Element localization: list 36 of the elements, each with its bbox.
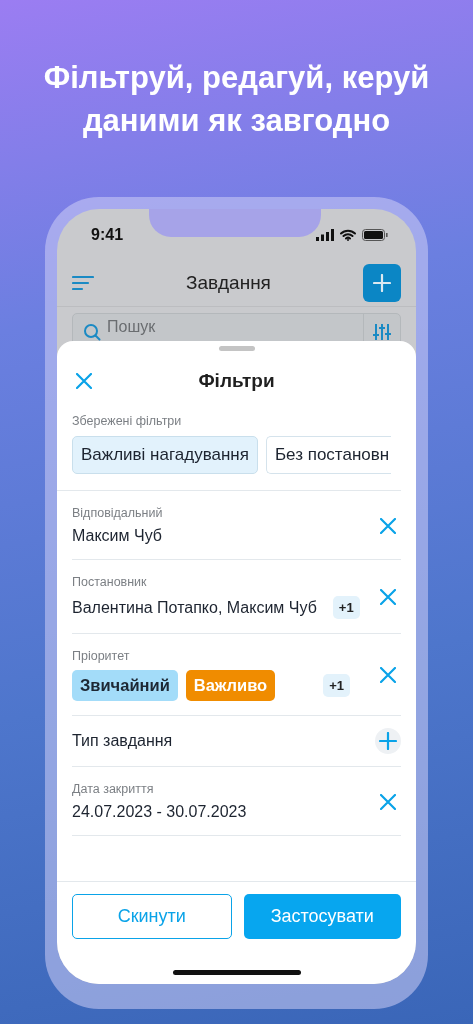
count-badge: +1 <box>323 674 350 697</box>
field-value: Максим Чуб <box>72 527 162 545</box>
field-label: Тип завдання <box>72 732 173 749</box>
clear-icon[interactable] <box>380 517 396 534</box>
search-icon <box>83 323 101 341</box>
field-label: Відповідальний <box>72 506 164 520</box>
battery-icon <box>362 229 388 241</box>
plus-icon <box>379 732 397 750</box>
count-badge: +1 <box>332 596 360 619</box>
sheet-title: Фільтри <box>198 370 275 392</box>
clear-icon[interactable] <box>380 667 396 683</box>
sliders-icon <box>372 322 392 342</box>
saved-filter-chip[interactable]: Важливі нагадування <box>72 436 258 474</box>
status-time: 9:41 <box>91 226 124 244</box>
wifi-icon <box>340 229 356 241</box>
menu-icon[interactable] <box>72 274 94 291</box>
field-label: Дата закриття <box>72 782 155 796</box>
close-icon[interactable] <box>76 373 92 389</box>
field-value: 24.07.2023 - 30.07.2023 <box>72 803 247 821</box>
sheet-handle[interactable] <box>218 346 255 351</box>
field-label: Збережені фільтри <box>72 414 183 428</box>
headline: Фільтруй, редагуй, керуй даними як завгодно <box>42 59 431 140</box>
add-filter-button[interactable] <box>375 728 401 754</box>
field-label: Постановник <box>72 575 148 589</box>
priority-tag: Звичайний <box>72 670 178 701</box>
field-value: Валентина Потапко, Максим Чуб <box>72 598 317 617</box>
field-label: Пріоритет <box>72 649 131 663</box>
saved-filter-chip[interactable]: Без постановн <box>265 436 392 474</box>
search-field[interactable]: Пошук <box>107 317 257 337</box>
clear-icon[interactable] <box>380 793 396 810</box>
clear-icon[interactable] <box>380 589 396 605</box>
screen-title: Завдання <box>185 271 272 294</box>
plus-icon <box>373 273 391 292</box>
signal-icon <box>316 229 334 241</box>
add-button[interactable] <box>363 263 401 302</box>
priority-tag: Важливо <box>185 670 276 701</box>
